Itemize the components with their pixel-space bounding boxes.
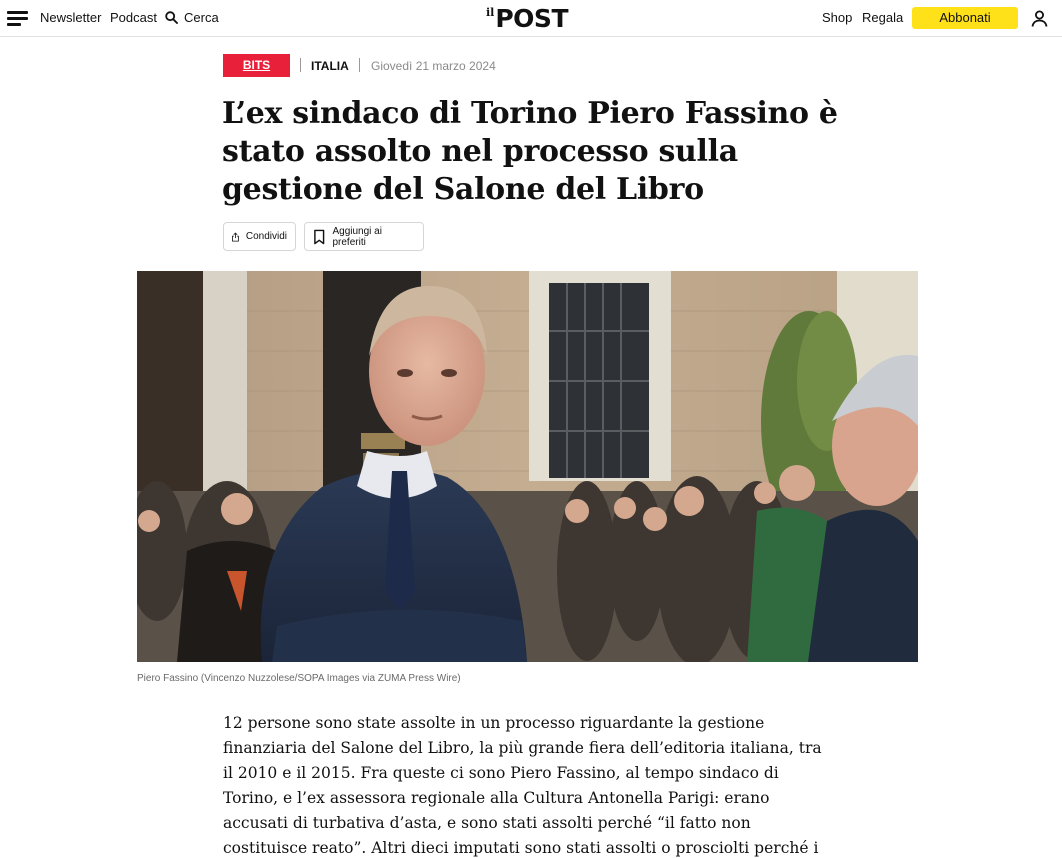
favorite-label: Aggiungi ai preferiti <box>332 225 382 248</box>
photo-caption: Piero Fassino (Vincenzo Nuzzolese/SOPA I… <box>137 673 461 684</box>
logo-post: POST <box>495 4 568 33</box>
logo-il: il <box>486 6 495 19</box>
article-date: Giovedì 21 marzo 2024 <box>371 59 496 73</box>
nav-shop-link[interactable]: Shop <box>822 10 852 25</box>
user-icon[interactable] <box>1031 10 1048 27</box>
site-logo[interactable]: il POST <box>486 3 568 33</box>
hero-photo <box>137 271 918 662</box>
menu-icon[interactable] <box>7 11 28 27</box>
article-title: L’ex sindaco di Torino Piero Fassino è s… <box>222 96 838 207</box>
bookmark-icon <box>314 229 325 244</box>
article-body-paragraph: 12 persone sono state assolte in un proc… <box>223 714 822 857</box>
meta-divider <box>300 58 301 72</box>
search-icon <box>165 11 178 24</box>
nav-newsletter-link[interactable]: Newsletter <box>40 10 101 25</box>
category-badge[interactable]: BITS <box>223 54 290 77</box>
share-button[interactable]: Condividi <box>223 222 296 251</box>
share-label: Condividi <box>245 231 287 242</box>
top-navigation-bar: Newsletter Podcast Cerca il POST Shop Re… <box>0 0 1062 37</box>
nav-podcast-link[interactable]: Podcast <box>110 10 157 25</box>
nav-regala-link[interactable]: Regala <box>862 10 903 25</box>
add-to-favorites-button[interactable]: Aggiungi ai preferiti <box>304 222 424 251</box>
nav-search-label: Cerca <box>184 10 219 25</box>
meta-divider <box>359 58 360 72</box>
section-label[interactable]: ITALIA <box>311 59 349 73</box>
subscribe-button[interactable]: Abbonati <box>912 7 1018 29</box>
nav-search-link[interactable]: Cerca <box>165 10 219 25</box>
share-icon <box>232 231 239 242</box>
